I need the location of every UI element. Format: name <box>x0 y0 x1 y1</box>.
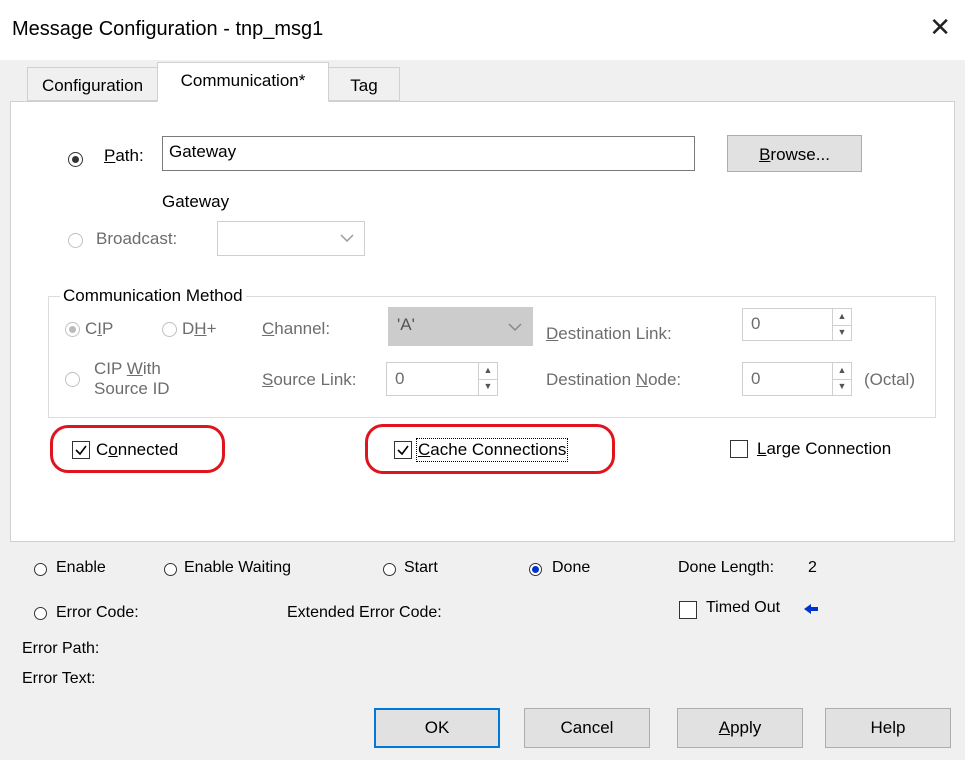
cip-source-id-radio[interactable] <box>65 372 80 387</box>
channel-value: 'A' <box>397 315 415 334</box>
start-status-label: Start <box>404 559 438 576</box>
timed-out-checkbox <box>679 601 697 619</box>
ok-button[interactable]: OK <box>374 708 500 748</box>
large-connection-label: Large Connection <box>757 439 892 458</box>
destination-link-spinner[interactable]: 0 ▲ ▼ <box>742 308 852 341</box>
destination-node-value: 0 <box>751 369 761 388</box>
path-radio[interactable] <box>68 152 83 167</box>
cip-source-id-label: CIP With Source ID <box>94 359 170 398</box>
source-link-value: 0 <box>395 369 405 388</box>
error-path-label: Error Path: <box>22 640 100 657</box>
done-status-radio <box>529 563 542 576</box>
chevron-down-icon <box>340 234 354 243</box>
error-text-label: Error Text: <box>22 670 96 687</box>
broadcast-select[interactable] <box>217 221 365 256</box>
enable-waiting-status-radio <box>164 563 177 576</box>
done-length-value: 2 <box>808 559 817 576</box>
path-label: Path: <box>104 146 144 165</box>
checkmark-icon <box>75 445 87 456</box>
tab-communication-label: Communication* <box>180 71 306 90</box>
channel-label: Channel: <box>262 319 331 338</box>
connected-checkbox[interactable] <box>72 441 90 459</box>
error-code-label: Error Code: <box>56 604 139 621</box>
destination-link-label: Destination Link: <box>546 324 672 343</box>
connected-label: Connected <box>96 440 179 459</box>
done-length-label: Done Length: <box>678 559 775 576</box>
destination-node-spinner[interactable]: 0 ▲ ▼ <box>742 362 852 396</box>
tab-tag[interactable]: Tag <box>328 67 400 101</box>
enable-status-label: Enable <box>56 559 106 576</box>
path-input[interactable]: Gateway <box>162 136 695 171</box>
chevron-down-icon <box>508 323 522 332</box>
checkmark-icon <box>397 445 409 456</box>
enable-waiting-status-label: Enable Waiting <box>184 559 292 576</box>
cache-connections-checkbox[interactable] <box>394 441 412 459</box>
dhplus-label: DH+ <box>182 319 217 338</box>
window-title: Message Configuration - tnp_msg1 <box>12 18 324 40</box>
cancel-button[interactable]: Cancel <box>524 708 650 748</box>
tab-communication[interactable]: Communication* <box>157 62 329 102</box>
title-bar: Message Configuration - tnp_msg1 ✕ <box>0 0 965 60</box>
tab-configuration[interactable]: Configuration <box>27 67 158 101</box>
spin-up-icon[interactable]: ▲ <box>833 309 851 326</box>
communication-method-label: Communication Method <box>60 286 246 306</box>
source-link-label: Source Link: <box>262 370 357 389</box>
done-status-label: Done <box>552 559 591 576</box>
cip-label: CIP <box>85 319 114 338</box>
broadcast-label: Broadcast: <box>96 229 178 248</box>
spin-down-icon[interactable]: ▼ <box>479 379 497 395</box>
large-connection-checkbox[interactable] <box>730 440 748 458</box>
enable-status-radio <box>34 563 47 576</box>
channel-select[interactable]: 'A' <box>388 307 533 346</box>
spin-up-icon[interactable]: ▲ <box>833 363 851 380</box>
close-icon[interactable]: ✕ <box>929 12 951 43</box>
destination-node-label: Destination Node: <box>546 370 682 389</box>
source-link-spinner[interactable]: 0 ▲ ▼ <box>386 362 498 396</box>
timed-out-label: Timed Out <box>706 599 781 616</box>
destination-link-value: 0 <box>751 314 761 333</box>
broadcast-radio[interactable] <box>68 233 83 248</box>
cip-radio[interactable] <box>65 322 80 337</box>
arrow-left-icon <box>804 604 818 614</box>
help-button[interactable]: Help <box>825 708 951 748</box>
spin-down-icon[interactable]: ▼ <box>833 379 851 395</box>
extended-error-code-label: Extended Error Code: <box>287 604 442 621</box>
spin-up-icon[interactable]: ▲ <box>479 363 497 380</box>
start-status-radio <box>383 563 396 576</box>
octal-label: (Octal) <box>864 370 915 389</box>
browse-button[interactable]: Browse... <box>727 135 862 172</box>
cache-connections-label: Cache Connections <box>415 438 569 462</box>
spin-down-icon[interactable]: ▼ <box>833 325 851 341</box>
error-code-status-radio <box>34 607 47 620</box>
apply-button[interactable]: Apply <box>677 708 803 748</box>
dhplus-radio[interactable] <box>162 322 177 337</box>
path-resolved-text: Gateway <box>162 192 230 211</box>
